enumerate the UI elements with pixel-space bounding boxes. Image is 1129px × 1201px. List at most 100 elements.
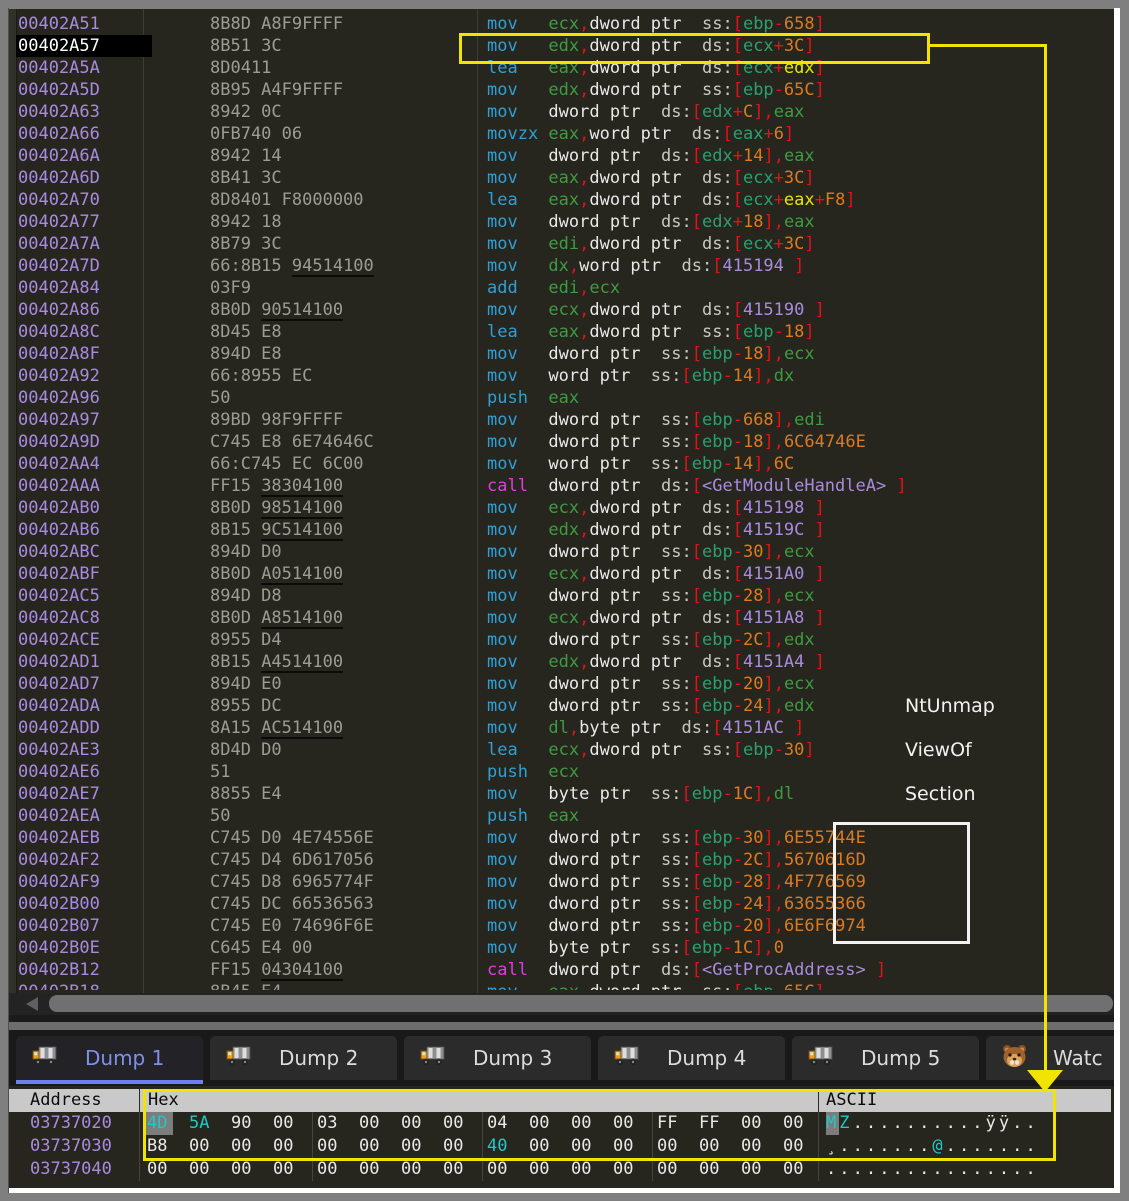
ascii-cell[interactable]: ................ xyxy=(826,1158,1039,1181)
disasm-row[interactable]: 00402A778942 18mov dword ptr ds:[edx+18]… xyxy=(9,211,1116,233)
underlined-bytes: 38304100 xyxy=(261,476,343,496)
disasm-row[interactable]: 00402ADA8955 DCmov dword ptr ss:[ebp-24]… xyxy=(9,695,1116,717)
disasm-row[interactable]: 00402AC88B0D A8514100mov ecx,dword ptr d… xyxy=(9,607,1116,629)
hex-byte[interactable]: 00 xyxy=(696,1158,725,1181)
address-cell: 00402AEA xyxy=(18,805,145,827)
instruction-cell: add edi,ecx xyxy=(487,277,620,299)
hex-byte[interactable]: 00 xyxy=(356,1158,385,1181)
dump-row[interactable]: 0373704000000000000000000000000000000000… xyxy=(9,1158,1116,1181)
instruction-token: eax xyxy=(784,212,815,232)
ascii-char: . xyxy=(946,1158,959,1181)
address-cell: 00402A70 xyxy=(18,189,145,211)
hex-byte[interactable]: 00 xyxy=(228,1158,257,1181)
scroll-thumb[interactable] xyxy=(49,995,1113,1012)
scroll-left-icon[interactable] xyxy=(26,997,38,1011)
disasm-row[interactable]: 00402ABF8B0D A0514100mov ecx,dword ptr d… xyxy=(9,563,1116,585)
disasm-row[interactable]: 00402A6A8942 14mov dword ptr ds:[edx+14]… xyxy=(9,145,1116,167)
disasm-row[interactable]: 00402A638942 0Cmov dword ptr ds:[edx+C],… xyxy=(9,101,1116,123)
instruction-token: ] xyxy=(763,850,773,870)
instruction-token: mov xyxy=(487,894,548,914)
instruction-token: word ptr xyxy=(589,124,691,144)
hex-byte[interactable]: 00 xyxy=(484,1158,513,1181)
hex-byte[interactable]: 00 xyxy=(314,1158,343,1181)
instruction-token: - xyxy=(733,586,743,606)
hex-byte[interactable]: 00 xyxy=(526,1158,555,1181)
panel-splitter[interactable] xyxy=(9,1022,1116,1030)
instruction-token: mov xyxy=(487,718,548,738)
disasm-row[interactable]: 00402AE78855 E4mov byte ptr ss:[ebp-1C],… xyxy=(9,783,1116,805)
disasm-row[interactable]: 00402AAAFF15 38304100call dword ptr ds:[… xyxy=(9,475,1116,497)
instruction-token: ss: xyxy=(702,740,733,760)
instruction-token: , xyxy=(774,828,784,848)
disasm-row[interactable]: 00402AE651push ecx xyxy=(9,761,1116,783)
disasm-row[interactable]: 00402A518B8D A8F9FFFFmov ecx,dword ptr s… xyxy=(9,13,1116,35)
instruction-token: , xyxy=(579,14,589,34)
instruction-token: ] xyxy=(815,14,825,34)
address-cell: 00402B12 xyxy=(18,959,145,981)
hex-byte[interactable]: 00 xyxy=(398,1158,427,1181)
disasm-row[interactable]: 00402AB08B0D 98514100mov ecx,dword ptr d… xyxy=(9,497,1116,519)
disasm-row[interactable]: 00402A8C8D45 E8lea eax,dword ptr ss:[ebp… xyxy=(9,321,1116,343)
instruction-token: dword ptr xyxy=(548,850,661,870)
instruction-token: , xyxy=(763,454,773,474)
instruction-token: ecx xyxy=(548,740,579,760)
instruction-token: edx xyxy=(784,630,815,650)
instruction-token: ] xyxy=(763,872,773,892)
hex-byte[interactable]: 00 xyxy=(440,1158,469,1181)
window-frame-bottom xyxy=(8,1188,1120,1193)
instruction-token: ecx xyxy=(784,344,815,364)
disasm-row[interactable]: 00402AE38D4D D0lea ecx,dword ptr ss:[ebp… xyxy=(9,739,1116,761)
hex-byte[interactable]: 00 xyxy=(568,1158,597,1181)
disasm-row[interactable]: 00402B188B45 E4mov eax,dword ptr ss:[ebp… xyxy=(9,981,1116,990)
disasm-row[interactable]: 00402A6D8B41 3Cmov eax,dword ptr ds:[ecx… xyxy=(9,167,1116,189)
disasm-row[interactable]: 00402AD7894D E0mov dword ptr ss:[ebp-20]… xyxy=(9,673,1116,695)
instruction-cell: call dword ptr ds:[<GetProcAddress> ] xyxy=(487,959,886,981)
disasm-row[interactable]: 00402A8F894D E8mov dword ptr ss:[ebp-18]… xyxy=(9,343,1116,365)
hex-byte[interactable]: 00 xyxy=(738,1158,767,1181)
tab-dump-2[interactable]: Dump 2 xyxy=(210,1036,397,1080)
disasm-row[interactable]: 00402ABC894D D0mov dword ptr ss:[ebp-30]… xyxy=(9,541,1116,563)
address-cell: 00402AD7 xyxy=(18,673,145,695)
instruction-token: 4151A8 xyxy=(743,608,815,628)
disasm-row[interactable]: 00402A9DC745 E8 6E74646Cmov dword ptr ss… xyxy=(9,431,1116,453)
disasm-row[interactable]: 00402AA466:C745 EC 6C00mov word ptr ss:[… xyxy=(9,453,1116,475)
tab-dump-5[interactable]: Dump 5 xyxy=(792,1036,979,1080)
string-constants-highlight-box xyxy=(833,822,970,944)
disasm-row[interactable]: 00402A7D66:8B15 94514100mov dx,word ptr … xyxy=(9,255,1116,277)
hex-byte[interactable]: 00 xyxy=(270,1158,299,1181)
disasm-row[interactable]: 00402AC5894D D8mov dword ptr ss:[ebp-28]… xyxy=(9,585,1116,607)
instruction-token: - xyxy=(774,982,784,990)
instruction-cell: mov ecx,dword ptr ds:[4151A0 ] xyxy=(487,563,825,585)
disasm-row[interactable]: 00402A7A8B79 3Cmov edi,dword ptr ds:[ecx… xyxy=(9,233,1116,255)
tab-dump-4[interactable]: Dump 4 xyxy=(598,1036,785,1080)
disasm-row[interactable]: 00402ADD8A15 AC514100mov dl,byte ptr ds:… xyxy=(9,717,1116,739)
debugger-window: 00402A518B8D A8F9FFFFmov ecx,dword ptr s… xyxy=(0,0,1129,1201)
disasm-row[interactable]: 00402A660FB740 06movzx eax,word ptr ds:[… xyxy=(9,123,1116,145)
disasm-row[interactable]: 00402A868B0D 90514100mov ecx,dword ptr d… xyxy=(9,299,1116,321)
hex-byte[interactable]: 00 xyxy=(780,1158,809,1181)
tab-dump-1[interactable]: Dump 1 xyxy=(16,1036,203,1080)
instruction-token: [ xyxy=(692,476,702,496)
hex-byte[interactable]: 00 xyxy=(610,1158,639,1181)
instruction-token: dword ptr xyxy=(589,80,702,100)
disasm-row[interactable]: 00402AB68B15 9C514100mov edx,dword ptr d… xyxy=(9,519,1116,541)
disasm-row[interactable]: 00402A9789BD 98F9FFFFmov dword ptr ss:[e… xyxy=(9,409,1116,431)
hex-byte[interactable]: 00 xyxy=(654,1158,683,1181)
instruction-token: - xyxy=(733,696,743,716)
instruction-token: ecx xyxy=(743,168,774,188)
disasm-row[interactable]: 00402B12FF15 04304100call dword ptr ds:[… xyxy=(9,959,1116,981)
disasm-row[interactable]: 00402A5D8B95 A4F9FFFFmov edx,dword ptr s… xyxy=(9,79,1116,101)
hex-byte[interactable]: 00 xyxy=(186,1158,215,1181)
disasm-row[interactable]: 00402AD18B15 A4514100mov edx,dword ptr d… xyxy=(9,651,1116,673)
disasm-row[interactable]: 00402A9266:8955 ECmov word ptr ss:[ebp-1… xyxy=(9,365,1116,387)
instruction-token: dword ptr xyxy=(548,432,661,452)
instruction-token: + xyxy=(733,146,743,166)
horizontal-scrollbar[interactable] xyxy=(9,993,1116,1015)
disasm-row[interactable]: 00402ACE8955 D4mov dword ptr ss:[ebp-2C]… xyxy=(9,629,1116,651)
disasm-row[interactable]: 00402A8403F9add edi,ecx xyxy=(9,277,1116,299)
hex-byte[interactable]: 00 xyxy=(144,1158,173,1181)
disasm-row[interactable]: 00402A708D8401 F8000000lea eax,dword ptr… xyxy=(9,189,1116,211)
disasm-row[interactable]: 00402A9650push eax xyxy=(9,387,1116,409)
tab-dump-3[interactable]: Dump 3 xyxy=(404,1036,591,1080)
instruction-token: byte ptr xyxy=(548,938,650,958)
